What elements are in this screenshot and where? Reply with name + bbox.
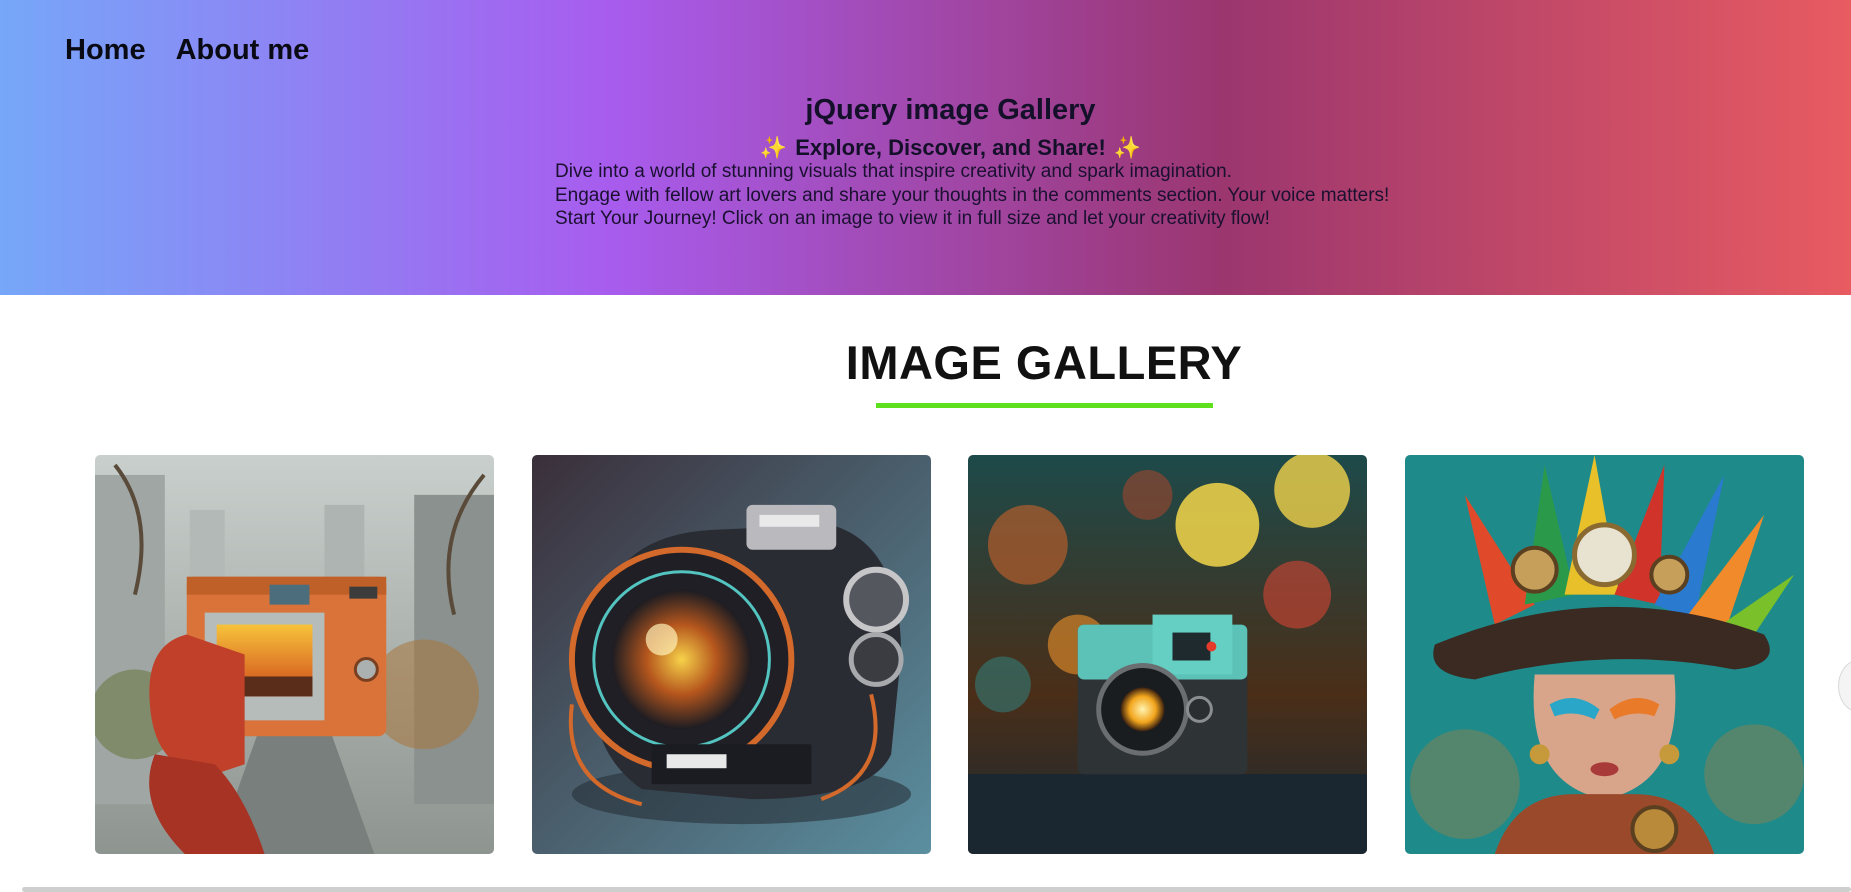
- orange-camera-image: [95, 455, 494, 854]
- feathered-hat-portrait-image: [1405, 455, 1804, 854]
- hero-line: Engage with fellow art lovers and share …: [555, 184, 1390, 206]
- horizontal-scrollbar[interactable]: [22, 887, 1851, 892]
- futuristic-camera-image: [532, 455, 931, 854]
- top-nav: Home About me: [65, 34, 309, 67]
- heading-underline: [876, 403, 1213, 408]
- hero-line: Dive into a world of stunning visuals th…: [555, 161, 1232, 182]
- page-title: jQuery image Gallery: [805, 94, 1096, 126]
- hero-description: Dive into a world of stunning visuals th…: [555, 160, 1555, 231]
- gallery-image-4[interactable]: [1405, 455, 1804, 854]
- hero-subtitle-text: Explore, Discover, and Share!: [795, 135, 1106, 160]
- hero-line: Start Your Journey! Click on an image to…: [555, 208, 1270, 229]
- teal-camera-image: [968, 455, 1367, 854]
- carousel-next-button[interactable]: [1838, 660, 1851, 712]
- gallery-image-1[interactable]: [95, 455, 494, 854]
- sparkle-icon: ✨: [1113, 135, 1142, 160]
- gallery-heading: IMAGE GALLERY: [845, 336, 1243, 389]
- gallery-image-2[interactable]: [532, 455, 931, 854]
- hero-banner: Home About me jQuery image Gallery ✨ Exp…: [0, 0, 1851, 295]
- nav-about-link[interactable]: About me: [176, 34, 310, 67]
- nav-home-link[interactable]: Home: [65, 34, 146, 67]
- gallery-image-3[interactable]: [968, 455, 1367, 854]
- hero-subtitle: ✨ Explore, Discover, and Share! ✨: [0, 135, 1851, 161]
- sparkle-icon: ✨: [759, 135, 788, 160]
- hero-text: jQuery image Gallery ✨ Explore, Discover…: [0, 94, 1851, 229]
